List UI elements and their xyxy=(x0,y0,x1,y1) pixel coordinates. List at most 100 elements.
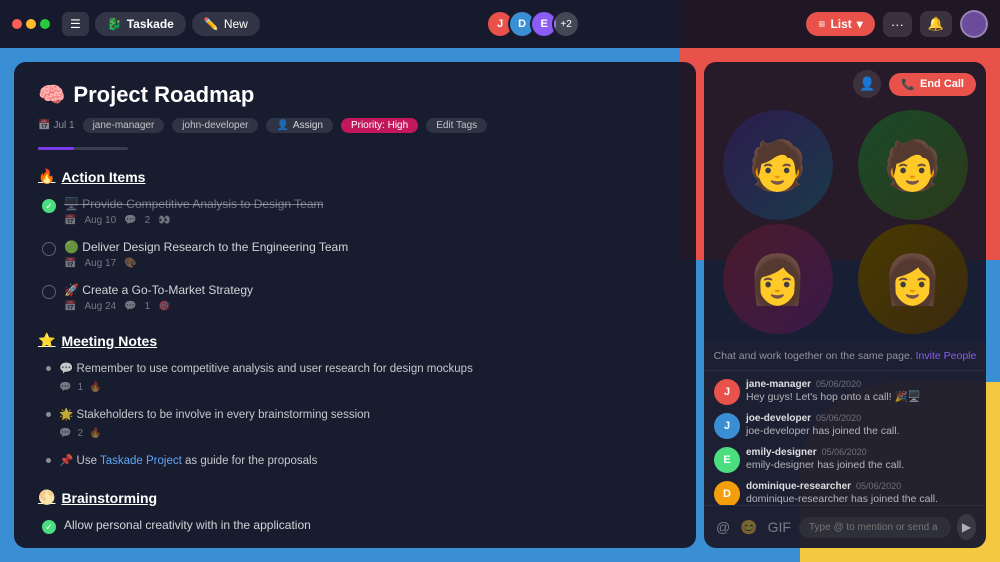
chat-text-4: dominique-researcher has joined the call… xyxy=(746,493,976,505)
brainstorm-checkbox-1[interactable] xyxy=(42,520,56,534)
topbar-right: ≡ List ▾ ··· 🔔 xyxy=(806,10,988,38)
task-checkbox-1[interactable] xyxy=(42,199,56,213)
content-inner: 🧠 Project Roadmap 📅 Jul 1 jane-manager j… xyxy=(14,62,696,548)
call-header: 👤 📞 End Call xyxy=(704,62,986,106)
comment-icon-b2: 💬 xyxy=(59,427,71,441)
new-button[interactable]: ✏️ New xyxy=(192,12,260,36)
chat-msg-body-3: emily-designer 05/06/2020 emily-designer… xyxy=(746,447,976,473)
task-checkbox-3[interactable] xyxy=(42,285,56,299)
assign-button[interactable]: 👤 Assign xyxy=(266,118,332,133)
chat-message-4: D dominique-researcher 05/06/2020 domini… xyxy=(714,481,976,505)
topbar-left: ☰ 🐉 Taskade ✏️ New xyxy=(12,12,260,36)
chat-invite: Chat and work together on the same page.… xyxy=(704,342,986,371)
video-cell-2: 🧑 xyxy=(858,110,968,220)
emoji-button[interactable]: 😊 xyxy=(738,517,759,538)
task-reaction-2: 🎨 xyxy=(124,258,136,269)
brainstorm-title-1: Allow personal creativity with in the ap… xyxy=(64,518,672,532)
chat-input-area: @ 😊 GIF ▶ xyxy=(704,505,986,548)
task-content-2: 🟢 Deliver Design Research to the Enginee… xyxy=(64,240,672,269)
task-checkbox-2[interactable] xyxy=(42,242,56,256)
invite-people-link[interactable]: Invite People xyxy=(916,350,977,362)
gif-button[interactable]: GIF xyxy=(766,517,793,537)
close-button[interactable] xyxy=(12,19,22,29)
comment-icon-b1: 💬 xyxy=(59,381,71,395)
edit-tags-button[interactable]: Edit Tags xyxy=(426,118,487,133)
calendar-icon-3: 📅 xyxy=(64,301,76,312)
user-avatar[interactable] xyxy=(960,10,988,38)
chat-username-3: emily-designer xyxy=(746,447,817,458)
brainstorm-task-item: Allow personal creativity with in the ap… xyxy=(38,518,672,536)
bullet-emoji-1: 💬 xyxy=(59,363,73,375)
bullet-emoji-2: 🌟 xyxy=(59,409,73,421)
task-emoji-2: 🟢 xyxy=(64,240,79,254)
more-options-button[interactable]: ··· xyxy=(883,12,912,37)
task-item: 🟢 Deliver Design Research to the Enginee… xyxy=(38,240,672,269)
brand-label: Taskade xyxy=(127,17,174,31)
bullet-text-2: 🌟 Stakeholders to be involve in every br… xyxy=(59,407,370,441)
task-item: 🖥️ Provide Competitive Analysis to Desig… xyxy=(38,197,672,226)
calendar-icon-1: 📅 xyxy=(64,215,76,226)
list-button[interactable]: ≡ List ▾ xyxy=(806,12,874,36)
chat-username-4: dominique-researcher xyxy=(746,481,851,492)
participant-face-4: 👩 xyxy=(858,224,968,334)
brainstorming-title: Brainstorming xyxy=(61,490,157,506)
chat-msg-body-1: jane-manager 05/06/2020 Hey guys! Let's … xyxy=(746,379,976,405)
chat-message-input[interactable] xyxy=(799,517,951,538)
list-label: List xyxy=(830,17,851,31)
reaction-b1: 🔥 xyxy=(89,381,101,395)
chat-message-3: E emily-designer 05/06/2020 emily-design… xyxy=(714,447,976,473)
bullet-text-1: 💬 Remember to use competitive analysis a… xyxy=(59,361,473,395)
main-area: 🧠 Project Roadmap 📅 Jul 1 jane-manager j… xyxy=(0,48,1000,562)
task-title-3: 🚀 Create a Go-To-Market Strategy xyxy=(64,283,672,297)
minimize-button[interactable] xyxy=(26,19,36,29)
bullet-item: 🌟 Stakeholders to be involve in every br… xyxy=(38,407,672,441)
task-title-2: 🟢 Deliver Design Research to the Enginee… xyxy=(64,240,672,254)
topbar-center: J D E +2 xyxy=(268,10,799,38)
task-reaction-1: 👀 xyxy=(158,215,170,226)
task-date-1: Aug 10 xyxy=(84,215,116,226)
brainstorm-content-1: Allow personal creativity with in the ap… xyxy=(64,518,672,536)
chat-username-2: joe-developer xyxy=(746,413,811,424)
action-items-header: 🔥 Action Items xyxy=(38,168,672,185)
project-title-text: Project Roadmap xyxy=(73,82,254,108)
task-reaction-3: 🎯 xyxy=(158,301,170,312)
at-mention-button[interactable]: @ xyxy=(714,517,732,537)
maximize-button[interactable] xyxy=(40,19,50,29)
task-title-1: 🖥️ Provide Competitive Analysis to Desig… xyxy=(64,197,672,211)
chat-msg-header-3: emily-designer 05/06/2020 xyxy=(746,447,976,458)
avatar-count[interactable]: +2 xyxy=(552,10,580,38)
avatar-stack: J D E +2 xyxy=(486,10,580,38)
task-emoji-1: 🖥️ xyxy=(64,197,79,211)
calendar-icon: 📅 xyxy=(38,120,50,131)
assignee-tag-2[interactable]: john-developer xyxy=(172,118,258,133)
taskade-project-link[interactable]: Taskade Project xyxy=(100,455,182,467)
bullet-item: 💬 Remember to use competitive analysis a… xyxy=(38,361,672,395)
end-call-button[interactable]: 📞 End Call xyxy=(889,73,976,96)
notification-button[interactable]: 🔔 xyxy=(920,11,952,37)
action-items-title: Action Items xyxy=(61,169,145,185)
video-cell-3: 👩 xyxy=(723,224,833,334)
reaction-b2: 🔥 xyxy=(89,427,101,441)
comment-icon-3: 💬 xyxy=(124,301,136,312)
add-user-icon: 👤 xyxy=(859,76,875,92)
bullet-emoji-3: 📌 xyxy=(59,455,73,467)
assignee-tag-1[interactable]: jane-manager xyxy=(83,118,165,133)
phone-icon: 📞 xyxy=(901,78,915,91)
add-participant-button[interactable]: 👤 xyxy=(853,70,881,98)
chat-avatar-3: E xyxy=(714,447,740,473)
task-comments-1: 2 xyxy=(145,215,151,226)
priority-tag[interactable]: Priority: High xyxy=(341,118,418,133)
chat-panel: Chat and work together on the same page.… xyxy=(704,342,986,548)
chat-time-1: 05/06/2020 xyxy=(816,379,861,389)
video-grid: 🧑 🧑 👩 👩 xyxy=(704,106,986,342)
chat-time-2: 05/06/2020 xyxy=(816,413,861,423)
meta-row: 📅 Jul 1 jane-manager john-developer 👤 As… xyxy=(38,118,672,133)
participant-face-3: 👩 xyxy=(723,224,833,334)
chat-message-1: J jane-manager 05/06/2020 Hey guys! Let'… xyxy=(714,379,976,405)
menu-button[interactable]: ☰ xyxy=(62,12,89,36)
task-meta-2: 📅 Aug 17 🎨 xyxy=(64,258,672,269)
chat-send-button[interactable]: ▶ xyxy=(957,514,976,540)
chat-msg-header-2: joe-developer 05/06/2020 xyxy=(746,413,976,424)
bullet-item: 📌 Use Taskade Project as guide for the p… xyxy=(38,453,672,469)
brand-button[interactable]: 🐉 Taskade xyxy=(95,12,186,36)
